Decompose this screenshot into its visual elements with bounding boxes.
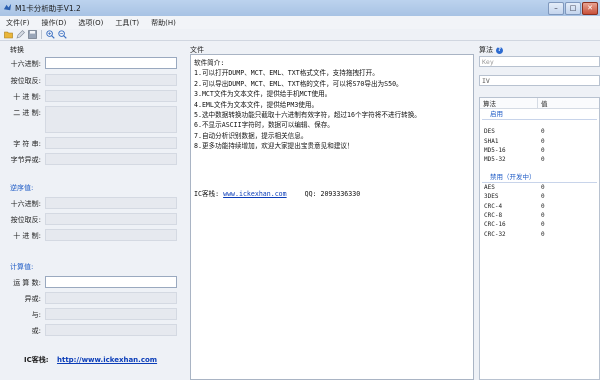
intro-line: 7.自动分析识别数据，提示相关信息。 xyxy=(194,131,308,140)
decimal-label: 十 进 制: xyxy=(13,93,41,101)
decimal-field[interactable] xyxy=(45,90,177,102)
algorithm-title-row: 算法 ? xyxy=(479,45,503,55)
left-footer: IC客栈: http://www.ickexhan.com xyxy=(24,355,157,365)
zoom-in-icon[interactable] xyxy=(46,30,55,39)
and-field[interactable] xyxy=(45,308,177,320)
list-item[interactable]: DES 0 xyxy=(480,127,599,136)
intro-line: 8.更多功能持续增加，欢迎大家提出宝贵意见和建议！ xyxy=(194,142,354,151)
pen-icon[interactable] xyxy=(16,30,25,39)
list-item[interactable]: CRC-32 0 xyxy=(480,230,599,239)
operand-input[interactable] xyxy=(45,276,177,288)
intro-line: 3.MCT文件为文本文件，提供给手机MCT使用。 xyxy=(194,90,332,99)
reverse-invert-label: 按位取反: xyxy=(10,216,41,224)
group-disabled[interactable]: 禁用（开发中） xyxy=(482,172,597,183)
binary-field[interactable] xyxy=(45,106,177,133)
toolbar xyxy=(0,29,600,41)
convert-title: 转换 xyxy=(10,46,24,54)
intro-line: 5.选中数据转换功能只截取十六进制有效字符，超过16个字符将不进行转换。 xyxy=(194,111,421,120)
hex-label: 十六进制: xyxy=(10,60,41,68)
zoom-out-icon[interactable] xyxy=(58,30,67,39)
window-title: M1卡分析助手V1.2 xyxy=(15,4,81,13)
bit-invert-label: 按位取反: xyxy=(10,77,41,85)
reverse-hex-label: 十六进制: xyxy=(10,200,41,208)
reverse-invert-field[interactable] xyxy=(45,213,177,225)
close-button[interactable]: ✕ xyxy=(582,2,598,15)
byte-xor-label: 字节异或: xyxy=(10,156,41,164)
group-enabled[interactable]: 启用 xyxy=(482,109,597,120)
hex-input[interactable] xyxy=(45,57,177,69)
or-label: 或: xyxy=(31,327,41,335)
menu-help[interactable]: 帮助(H) xyxy=(145,18,182,28)
algorithm-list[interactable]: 算法 值 启用 DES 0 SHA1 0 MD5-16 0 MD5-32 0 禁用（开发… xyxy=(479,97,600,380)
col-value[interactable]: 值 xyxy=(538,98,548,108)
key-input[interactable]: Key xyxy=(479,56,600,67)
menu-bar: 文件(F) 操作(D) 选项(O) 工具(T) 帮助(H) xyxy=(0,16,600,29)
intro-line: 4.EML文件为文本文件，提供给PM3使用。 xyxy=(194,100,319,109)
reverse-decimal-field[interactable] xyxy=(45,229,177,241)
xor-label: 异或: xyxy=(24,295,41,303)
minimize-button[interactable]: – xyxy=(548,2,564,15)
iv-input[interactable]: IV xyxy=(479,75,600,86)
and-label: 与: xyxy=(31,311,41,319)
list-item[interactable]: SHA1 0 xyxy=(480,136,599,145)
list-item[interactable]: 3DES 0 xyxy=(480,192,599,201)
xor-field[interactable] xyxy=(45,292,177,304)
convert-panel: 转换 十六进制: 按位取反: 十 进 制: 二 进 制: 字 符 串: 字节异或… xyxy=(0,42,183,380)
bit-invert-field[interactable] xyxy=(45,74,177,86)
algorithm-title: 算法 xyxy=(479,46,493,54)
website-link[interactable]: http://www.ickexhan.com xyxy=(57,356,157,364)
intro-line: 1.可以打开DUMP、MCT、EML、TXT格式文件，支持拖拽打开。 xyxy=(194,69,379,78)
mid-footer-label: IC客栈: xyxy=(194,190,220,198)
toolbar-separator xyxy=(41,30,42,39)
maximize-button[interactable]: □ xyxy=(565,2,581,15)
title-bar: M1卡分析助手V1.2 – □ ✕ xyxy=(0,0,600,17)
help-icon[interactable]: ? xyxy=(496,46,503,54)
operand-label: 运 算 数: xyxy=(13,279,41,287)
reverse-title: 逆序值: xyxy=(10,184,34,192)
list-item[interactable]: AES 0 xyxy=(480,183,599,192)
list-item[interactable]: MD5-16 0 xyxy=(480,146,599,155)
reverse-decimal-label: 十 进 制: xyxy=(13,232,41,240)
list-item[interactable]: CRC-16 0 xyxy=(480,220,599,229)
footer-label: IC客栈: xyxy=(24,356,49,364)
file-panel: 文件 软件简介: 1.可以打开DUMP、MCT、EML、TXT格式文件，支持拖拽… xyxy=(190,42,474,380)
mid-website-link[interactable]: www.ickexhan.com xyxy=(223,190,287,198)
menu-tools[interactable]: 工具(T) xyxy=(109,18,145,28)
algorithm-panel: 算法 ? Key IV 算法 值 启用 DES 0 SHA1 0 MD5-16 0 M… xyxy=(479,42,600,380)
mid-footer: IC客栈: www.ickexhan.com QQ: 2093336330 xyxy=(194,189,360,199)
intro-line: 6.不显示ASCII字符时，数据可以编辑、保存。 xyxy=(194,121,334,130)
menu-operate[interactable]: 操作(D) xyxy=(36,18,73,28)
qq-number: QQ: 2093336330 xyxy=(304,190,361,198)
binary-label: 二 进 制: xyxy=(13,109,41,117)
or-field[interactable] xyxy=(45,324,177,336)
intro-line: 2.可以导出DUMP、MCT、EML、TXT格的文件，可以将S70导出为S50。 xyxy=(194,79,403,88)
menu-options[interactable]: 选项(O) xyxy=(72,18,109,28)
byte-xor-field[interactable] xyxy=(45,153,177,165)
open-folder-icon[interactable] xyxy=(4,30,13,39)
file-text-area[interactable]: 软件简介: 1.可以打开DUMP、MCT、EML、TXT格式文件，支持拖拽打开。… xyxy=(190,54,474,380)
list-item[interactable]: CRC-8 0 xyxy=(480,211,599,220)
string-field[interactable] xyxy=(45,137,177,149)
menu-file[interactable]: 文件(F) xyxy=(0,18,36,28)
list-item[interactable]: CRC-4 0 xyxy=(480,201,599,210)
calc-title: 计算值: xyxy=(10,263,34,271)
algorithm-list-header: 算法 值 xyxy=(480,98,599,109)
reverse-hex-field[interactable] xyxy=(45,197,177,209)
app-icon xyxy=(3,3,12,11)
save-icon[interactable] xyxy=(28,30,37,39)
list-item[interactable]: MD5-32 0 xyxy=(480,155,599,164)
string-label: 字 符 串: xyxy=(13,140,41,148)
col-algorithm[interactable]: 算法 xyxy=(480,98,538,108)
intro-line: 软件简介: xyxy=(194,59,225,67)
